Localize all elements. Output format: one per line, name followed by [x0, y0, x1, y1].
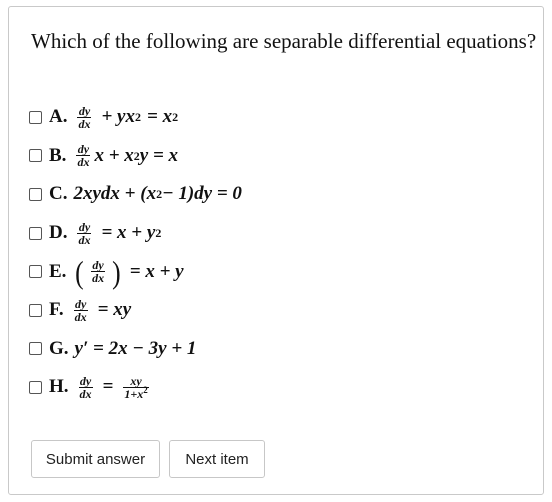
- option-d[interactable]: D. dy dx = x + y2: [29, 214, 242, 253]
- fraction: dy dx: [77, 219, 92, 247]
- option-a-checkbox[interactable]: [29, 110, 42, 124]
- option-b-equation: dy dx x + x2y = x: [76, 142, 179, 170]
- option-a-letter: A.: [49, 106, 68, 128]
- option-g-letter: G.: [49, 337, 69, 359]
- option-g[interactable]: G. y′ = 2x − 3y + 1: [29, 330, 242, 369]
- fraction: dy dx: [76, 142, 91, 170]
- question-text: Which of the following are separable dif…: [31, 29, 537, 53]
- fraction: dy dx: [78, 373, 93, 401]
- option-f-letter: F.: [49, 299, 64, 321]
- option-c[interactable]: C. 2xydx + (x 2 − 1)dy = 0: [29, 175, 242, 214]
- option-f[interactable]: F. dy dx = xy: [29, 291, 242, 330]
- option-d-equation: dy dx = x + y2: [77, 219, 162, 247]
- option-a[interactable]: A. dy dx + yx 2 = x2: [29, 98, 242, 137]
- question-card: Which of the following are separable dif…: [8, 6, 544, 495]
- option-g-checkbox[interactable]: [29, 342, 42, 356]
- option-e[interactable]: E. ( dy dx ) = x + y: [29, 252, 242, 291]
- option-h-equation: dy dx = xy 1+x2: [78, 373, 149, 401]
- submit-answer-button[interactable]: Submit answer: [31, 440, 160, 478]
- fraction: dy dx: [73, 296, 88, 324]
- option-e-letter: E.: [49, 260, 67, 282]
- next-item-button[interactable]: Next item: [169, 440, 265, 478]
- option-h-letter: H.: [49, 376, 69, 398]
- option-e-checkbox[interactable]: [29, 265, 42, 279]
- options-list: A. dy dx + yx 2 = x2 B. dy dx x + x 2 y …: [29, 98, 242, 407]
- option-h-checkbox[interactable]: [29, 380, 42, 394]
- option-b-letter: B.: [49, 144, 67, 166]
- option-g-equation: y′ = 2x − 3y + 1: [74, 337, 197, 359]
- fraction: dy dx: [91, 258, 106, 286]
- option-d-letter: D.: [49, 222, 68, 244]
- option-c-equation: 2xydx + (x 2 − 1)dy = 0: [73, 183, 242, 205]
- option-c-letter: C.: [49, 183, 68, 205]
- option-a-equation: dy dx + yx 2 = x2: [77, 103, 179, 131]
- option-e-equation: ( dy dx ) = x + y: [75, 253, 184, 290]
- fraction: dy dx: [77, 103, 92, 131]
- option-c-checkbox[interactable]: [29, 187, 42, 201]
- option-h[interactable]: H. dy dx = xy 1+x2: [29, 368, 242, 407]
- fraction: xy 1+x2: [123, 373, 149, 401]
- option-b[interactable]: B. dy dx x + x2y = x: [29, 137, 242, 176]
- option-f-equation: dy dx = xy: [73, 296, 132, 324]
- option-b-checkbox[interactable]: [29, 149, 42, 163]
- option-f-checkbox[interactable]: [29, 303, 42, 317]
- option-d-checkbox[interactable]: [29, 226, 42, 240]
